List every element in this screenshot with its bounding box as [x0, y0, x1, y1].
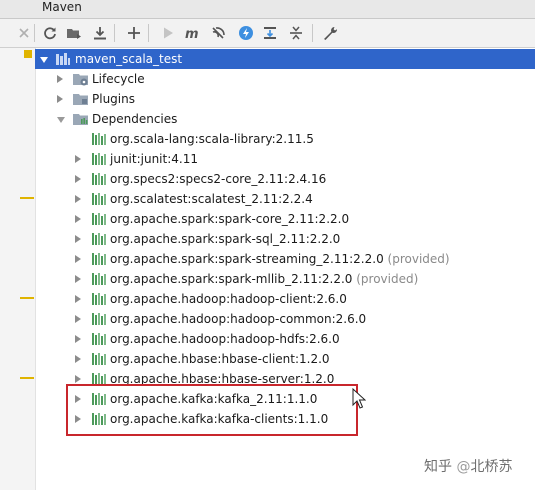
toolbar-separator: [312, 24, 313, 42]
tree-item-project[interactable]: maven_scala_test: [35, 49, 535, 69]
tree-item-lifecycle[interactable]: Lifecycle: [35, 69, 535, 89]
watermark-separator: @: [456, 459, 471, 475]
dependency-icon: [91, 352, 107, 366]
chevron-right-icon[interactable]: [75, 235, 81, 243]
chevron-right-icon[interactable]: [75, 195, 81, 203]
reimport-icon[interactable]: [40, 23, 60, 43]
dependency-item[interactable]: org.apache.spark:spark-core_2.11:2.2.0: [35, 209, 535, 229]
gutter-marker: [24, 50, 32, 58]
tree-item-label: Lifecycle: [92, 72, 145, 86]
skip-tests-icon[interactable]: [236, 23, 256, 43]
tree-item-label: Dependencies: [92, 112, 178, 126]
mouse-cursor-icon: [352, 388, 366, 409]
chevron-right-icon[interactable]: [75, 275, 81, 283]
dependency-label: org.apache.spark:spark-mllib_2.11:2.2.0 …: [110, 272, 419, 286]
left-gutter: [0, 48, 36, 490]
close-icon[interactable]: [14, 23, 34, 43]
download-icon[interactable]: [90, 23, 110, 43]
chevron-right-icon[interactable]: [75, 295, 81, 303]
gutter-marker: [20, 377, 34, 379]
add-icon[interactable]: [124, 23, 144, 43]
tree-item-dependencies[interactable]: Dependencies: [35, 109, 535, 129]
maven-toolbar: m: [0, 19, 535, 48]
chevron-down-icon[interactable]: [40, 57, 48, 63]
lifecycle-folder-icon: [73, 72, 89, 86]
dependency-label: org.apache.hadoop:hadoop-hdfs:2.6.0: [110, 332, 340, 346]
dependency-item[interactable]: org.apache.hadoop:hadoop-hdfs:2.6.0: [35, 329, 535, 349]
tree-item-label: Plugins: [92, 92, 135, 106]
dependency-item[interactable]: org.apache.hbase:hbase-client:1.2.0: [35, 349, 535, 369]
dependency-item[interactable]: org.apache.spark:spark-sql_2.11:2.2.0: [35, 229, 535, 249]
dependency-icon: [91, 312, 107, 326]
dependency-label: org.apache.spark:spark-sql_2.11:2.2.0: [110, 232, 341, 246]
dependency-label: org.apache.hadoop:hadoop-client:2.6.0: [110, 292, 347, 306]
tree-item-plugins[interactable]: Plugins: [35, 89, 535, 109]
dependency-icon: [91, 192, 107, 206]
dependency-icon: [91, 172, 107, 186]
collapse-all-icon[interactable]: [286, 23, 306, 43]
dependency-label: junit:junit:4.11: [110, 152, 198, 166]
dependency-item[interactable]: org.scalatest:scalatest_2.11:2.2.4: [35, 189, 535, 209]
dependency-item[interactable]: org.specs2:specs2-core_2.11:2.4.16: [35, 169, 535, 189]
dependency-icon: [91, 232, 107, 246]
toolbar-separator: [148, 24, 149, 42]
gutter-marker: [20, 197, 34, 199]
watermark-site: 知乎: [424, 459, 452, 475]
chevron-right-icon[interactable]: [75, 155, 81, 163]
chevron-right-icon[interactable]: [75, 375, 81, 383]
chevron-right-icon[interactable]: [57, 95, 63, 103]
dependency-icon: [91, 292, 107, 306]
generate-sources-icon[interactable]: [64, 23, 84, 43]
dependency-label: org.specs2:specs2-core_2.11:2.4.16: [110, 172, 327, 186]
settings-icon[interactable]: [320, 23, 340, 43]
dependency-icon: [91, 252, 107, 266]
dependency-scope: (provided): [356, 272, 419, 286]
chevron-down-icon[interactable]: [57, 117, 65, 123]
dependency-scope: (provided): [387, 252, 450, 266]
run-icon[interactable]: [158, 23, 178, 43]
svg-text:m: m: [185, 27, 199, 41]
dependency-label: org.apache.spark:spark-streaming_2.11:2.…: [110, 252, 450, 266]
chevron-right-icon[interactable]: [75, 215, 81, 223]
dependency-icon: [91, 332, 107, 346]
dependency-item[interactable]: org.apache.hadoop:hadoop-common:2.6.0: [35, 309, 535, 329]
toggle-offline-icon[interactable]: [208, 23, 228, 43]
watermark-author: 北桥苏: [470, 459, 513, 475]
dependency-item[interactable]: org.scala-lang:scala-library:2.11.5: [35, 129, 535, 149]
chevron-right-icon[interactable]: [75, 355, 81, 363]
dependency-icon: [91, 132, 107, 146]
chevron-right-icon[interactable]: [75, 175, 81, 183]
maven-project-icon: [55, 52, 71, 66]
plugins-folder-icon: [73, 92, 89, 106]
chevron-right-icon[interactable]: [57, 75, 63, 83]
chevron-right-icon[interactable]: [75, 255, 81, 263]
dependency-icon: [91, 152, 107, 166]
watermark: 知乎 @北桥苏: [424, 456, 512, 476]
tool-window-title-bar: Maven: [0, 0, 535, 19]
dependency-item[interactable]: org.apache.spark:spark-mllib_2.11:2.2.0 …: [35, 269, 535, 289]
dependency-label: org.apache.spark:spark-core_2.11:2.2.0: [110, 212, 350, 226]
dependency-label: org.apache.hadoop:hadoop-common:2.6.0: [110, 312, 367, 326]
chevron-right-icon[interactable]: [75, 315, 81, 323]
show-dependencies-icon[interactable]: [260, 23, 280, 43]
dependency-icon: [91, 272, 107, 286]
dependencies-folder-icon: [73, 112, 89, 126]
dependency-item[interactable]: org.apache.hadoop:hadoop-client:2.6.0: [35, 289, 535, 309]
toolbar-separator: [114, 24, 115, 42]
dependency-label: org.apache.hbase:hbase-client:1.2.0: [110, 352, 330, 366]
toolbar-separator: [34, 24, 35, 42]
dependency-label: org.scala-lang:scala-library:2.11.5: [110, 132, 314, 146]
tool-window-title: Maven: [42, 0, 82, 14]
dependency-icon: [91, 212, 107, 226]
highlight-box: [66, 384, 358, 436]
chevron-right-icon[interactable]: [75, 335, 81, 343]
gutter-marker: [20, 297, 34, 299]
dependency-item[interactable]: org.apache.spark:spark-streaming_2.11:2.…: [35, 249, 535, 269]
dependency-label: org.scalatest:scalatest_2.11:2.2.4: [110, 192, 313, 206]
tree-item-label: maven_scala_test: [75, 52, 183, 66]
execute-goal-icon[interactable]: m: [182, 23, 202, 43]
dependency-item[interactable]: junit:junit:4.11: [35, 149, 535, 169]
